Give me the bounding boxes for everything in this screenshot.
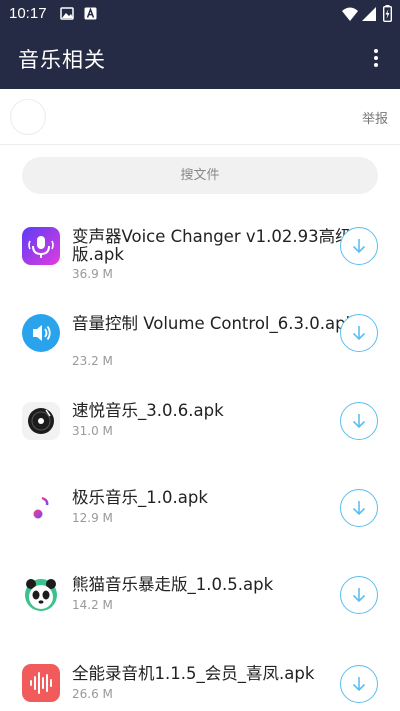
report-button[interactable]: 举报 xyxy=(362,108,388,127)
download-button[interactable] xyxy=(340,489,378,527)
music-note-icon xyxy=(22,489,60,527)
download-button[interactable] xyxy=(340,314,378,352)
file-name: 极乐音乐_1.0.apk xyxy=(72,488,208,507)
list-item[interactable]: 变声器Voice Changer v1.02.93高级版.apk 36.9 M xyxy=(0,200,400,287)
download-icon xyxy=(352,239,366,254)
download-button[interactable] xyxy=(340,227,378,265)
share-header: 举报 xyxy=(0,89,400,145)
download-icon xyxy=(352,414,366,429)
battery-charging-icon xyxy=(383,5,392,22)
vinyl-record-icon xyxy=(22,402,60,440)
signal-icon xyxy=(362,7,376,21)
search-label: 搜文件 xyxy=(180,168,220,183)
page-title: 音乐相关 xyxy=(18,48,106,72)
search-input[interactable]: 搜文件 xyxy=(22,157,378,194)
download-icon xyxy=(352,677,366,692)
download-button[interactable] xyxy=(340,576,378,614)
file-name: 变声器Voice Changer v1.02.93高级版.apk xyxy=(72,227,352,264)
file-size: 26.6 M xyxy=(72,687,113,701)
download-icon xyxy=(352,501,366,516)
more-vert-icon-dot xyxy=(374,56,378,60)
download-button[interactable] xyxy=(340,402,378,440)
audio-wave-icon xyxy=(22,664,60,702)
file-size: 23.2 M xyxy=(72,354,113,368)
download-button[interactable] xyxy=(340,665,378,703)
list-item[interactable]: 音量控制 Volume Control_6.3.0.apk 23.2 M xyxy=(0,287,400,374)
download-icon xyxy=(352,588,366,603)
wifi-icon xyxy=(342,7,358,21)
app-bar: 音乐相关 xyxy=(0,28,400,89)
download-icon xyxy=(352,326,366,341)
file-size: 14.2 M xyxy=(72,598,113,612)
volume-control-icon xyxy=(22,314,60,352)
file-name: 音量控制 Volume Control_6.3.0.apk xyxy=(72,314,356,333)
avatar[interactable] xyxy=(10,99,46,135)
file-name: 全能录音机1.1.5_会员_喜凤.apk xyxy=(72,664,315,683)
list-item[interactable]: 速悦音乐_3.0.6.apk 31.0 M xyxy=(0,374,400,461)
more-vert-icon-dot xyxy=(374,63,378,67)
more-vert-icon xyxy=(374,49,378,53)
status-bar: 10:17 xyxy=(0,0,400,28)
list-item[interactable]: 熊猫音乐暴走版_1.0.5.apk 14.2 M xyxy=(0,548,400,635)
file-size: 36.9 M xyxy=(72,267,113,281)
list-item[interactable]: 全能录音机1.1.5_会员_喜凤.apk 26.6 M xyxy=(0,635,400,711)
voice-changer-icon xyxy=(22,227,60,265)
panda-icon xyxy=(22,576,60,614)
list-item[interactable]: 极乐音乐_1.0.apk 12.9 M xyxy=(0,461,400,548)
file-name: 熊猫音乐暴走版_1.0.5.apk xyxy=(72,575,274,594)
file-size: 12.9 M xyxy=(72,511,113,525)
file-name: 速悦音乐_3.0.6.apk xyxy=(72,401,224,420)
font-icon xyxy=(84,7,97,20)
more-options-button[interactable] xyxy=(366,46,386,72)
image-icon xyxy=(60,7,74,20)
file-size: 31.0 M xyxy=(72,424,113,438)
status-time: 10:17 xyxy=(9,5,47,22)
